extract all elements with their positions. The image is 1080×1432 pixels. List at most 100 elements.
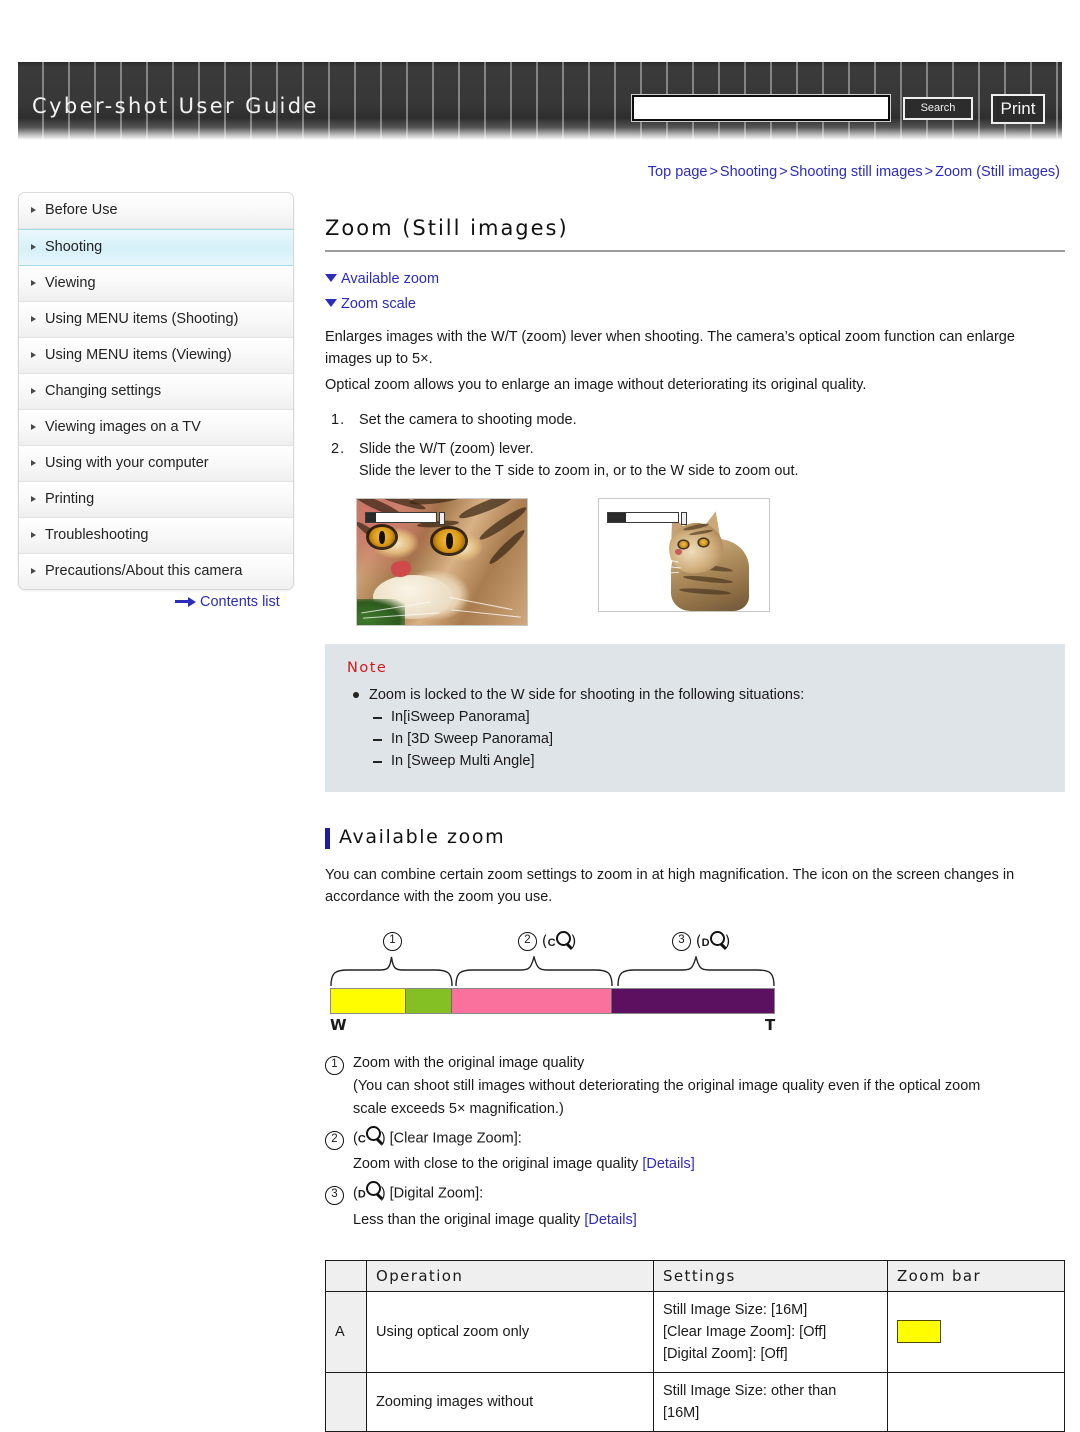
step-text: Slide the W/T (zoom) lever. <box>359 441 534 457</box>
sidebar-nav: Before Use Shooting Viewing Using MENU i… <box>18 192 294 590</box>
circled-number-icon: 2 <box>325 1130 344 1150</box>
note-bullet: Zoom is locked to the W side for shootin… <box>347 684 1043 706</box>
sidebar-item-label: Before Use <box>45 202 118 218</box>
breadcrumb-item-shooting[interactable]: Shooting <box>720 164 777 180</box>
sidebar-item-viewing-images-on-a-tv[interactable]: Viewing images on a TV <box>19 410 293 446</box>
anchor-link-available-zoom[interactable]: Available zoom <box>325 269 1065 290</box>
photo-eye-right <box>699 539 708 546</box>
chevron-right-icon <box>31 352 36 358</box>
chevron-right-icon <box>31 280 36 286</box>
details-link[interactable]: [Details] <box>584 1212 636 1228</box>
anchor-label: Zoom scale <box>341 296 416 312</box>
sidebar-item-label: Viewing <box>45 275 96 291</box>
sidebar-item-label: Using with your computer <box>45 455 209 471</box>
column-header-settings: Settings <box>653 1259 888 1292</box>
breadcrumb-item-top-page[interactable]: Top page <box>648 164 708 180</box>
sidebar-item-before-use[interactable]: Before Use <box>19 193 293 229</box>
note-title: Note <box>347 660 388 676</box>
sidebar-item-using-menu-items-shooting[interactable]: Using MENU items (Shooting) <box>19 302 293 338</box>
legend-subline-2: Zoom with close to the original image qu… <box>325 1153 1065 1176</box>
zoom-bar-t-label: T <box>765 1016 776 1034</box>
sidebar-item-shooting[interactable]: Shooting <box>19 229 293 266</box>
site-title: Cyber-shot User Guide <box>32 94 319 118</box>
example-photos <box>325 498 1065 626</box>
settings-line: [Clear Image Zoom]: [Off] <box>663 1323 827 1340</box>
chevron-right-icon <box>31 244 36 250</box>
contents-list-label: Contents list <box>200 594 280 610</box>
cell-settings: Still Image Size: other than [16M] <box>653 1371 888 1432</box>
diagram-label-3: 3 (D) <box>672 931 730 951</box>
settings-line: [16M] <box>663 1404 700 1421</box>
main-content: Zoom (Still images) Available zoom Zoom … <box>325 216 1065 1432</box>
intro-paragraph-2: Optical zoom allows you to enlarge an im… <box>325 377 867 393</box>
section-paragraph: You can combine certain zoom settings to… <box>325 867 1015 905</box>
table-row: Zooming images without Still Image Size:… <box>325 1371 1065 1432</box>
cell-settings: Still Image Size: [16M] [Clear Image Zoo… <box>653 1290 888 1373</box>
search-input[interactable] <box>632 95 890 121</box>
zoom-legend-list: 1 Zoom with the original image quality (… <box>325 1052 1065 1232</box>
step-list: 1. Set the camera to shooting mode. 2. S… <box>325 409 1065 482</box>
triangle-down-icon <box>325 274 337 283</box>
breadcrumb-separator: > <box>924 164 934 180</box>
step-item: 1. Set the camera to shooting mode. <box>325 409 1065 431</box>
chevron-right-icon <box>31 496 36 502</box>
sidebar-item-label: Using MENU items (Shooting) <box>45 311 239 327</box>
circled-number-icon: 1 <box>325 1055 344 1075</box>
table-header: Operation Settings Zoom bar <box>325 1259 1065 1292</box>
legend-item-1: 1 Zoom with the original image quality (… <box>325 1052 1065 1121</box>
chevron-right-icon <box>31 568 36 574</box>
photo-nose <box>675 549 682 555</box>
sidebar-item-label: Changing settings <box>45 383 162 399</box>
legend-line: scale exceeds 5× magnification.) <box>353 1101 564 1117</box>
sidebar-item-label: Viewing images on a TV <box>45 419 201 435</box>
legend-item-3: 3 (D) [Digital Zoom]: <box>325 1181 1065 1206</box>
sidebar-item-changing-settings[interactable]: Changing settings <box>19 374 293 410</box>
zoom-icon-letter: C <box>357 1133 366 1146</box>
zoom-icon-letter: D <box>701 937 710 949</box>
sidebar-item-troubleshooting[interactable]: Troubleshooting <box>19 518 293 554</box>
sidebar-item-label: Troubleshooting <box>45 527 149 543</box>
step-text: Set the camera to shooting mode. <box>359 412 577 428</box>
digital-zoom-icon <box>365 1181 381 1204</box>
legend-title: Zoom with the original image quality <box>353 1055 585 1071</box>
zoom-bar-diagram: 1 2 (C) 3 (D) W T <box>325 931 1065 1042</box>
circled-number-icon: 1 <box>383 932 402 951</box>
legend-subline-3: Less than the original image quality [De… <box>325 1209 1065 1232</box>
photo-zoomed-in-cat <box>356 498 528 626</box>
sidebar-item-printing[interactable]: Printing <box>19 482 293 518</box>
title-divider <box>325 250 1065 252</box>
row-index <box>325 1371 367 1432</box>
sidebar-item-precautions-about-this-camera[interactable]: Precautions/About this camera <box>19 554 293 589</box>
note-subitem: In [3D Sweep Panorama] <box>369 728 1043 750</box>
sidebar-item-label: Printing <box>45 491 95 507</box>
settings-line: [Digital Zoom]: [Off] <box>663 1345 788 1362</box>
zoom-bar-swatch-yellow <box>897 1320 941 1344</box>
sidebar-item-viewing[interactable]: Viewing <box>19 266 293 302</box>
chevron-right-icon <box>31 388 36 394</box>
legend-title: [Clear Image Zoom]: <box>389 1130 522 1147</box>
settings-line: Still Image Size: other than <box>663 1382 837 1399</box>
page-title: Zoom (Still images) <box>325 216 569 240</box>
contents-list-link[interactable]: Contents list <box>175 594 280 610</box>
search-button[interactable]: Search <box>903 97 973 120</box>
circled-number-icon: 3 <box>672 932 691 951</box>
breadcrumb-item-shooting-still-images[interactable]: Shooting still images <box>790 164 923 180</box>
sidebar-item-using-menu-items-viewing[interactable]: Using MENU items (Viewing) <box>19 338 293 374</box>
sidebar-item-using-with-your-computer[interactable]: Using with your computer <box>19 446 293 482</box>
chevron-right-icon <box>31 424 36 430</box>
diagram-label-2: 2 (C) <box>518 931 576 951</box>
legend-title: [Digital Zoom]: <box>389 1185 484 1202</box>
details-link[interactable]: [Details] <box>642 1156 694 1172</box>
section-heading-available-zoom: Available zoom <box>325 826 1065 849</box>
zoom-bar-w-label: W <box>330 1016 347 1034</box>
zoom-segment-optical <box>331 989 406 1013</box>
row-index: A <box>325 1290 367 1373</box>
zoom-icon-letter: D <box>357 1188 366 1201</box>
column-header-zoom-bar: Zoom bar <box>887 1259 1065 1292</box>
sidebar-item-label: Using MENU items (Viewing) <box>45 347 232 363</box>
anchor-link-zoom-scale[interactable]: Zoom scale <box>325 294 1065 315</box>
breadcrumb-item-zoom-still-images[interactable]: Zoom (Still images) <box>935 164 1060 180</box>
print-button[interactable]: Print <box>991 94 1045 124</box>
brace-segment-2 <box>455 956 613 986</box>
sidebar-item-label: Shooting <box>45 239 103 255</box>
